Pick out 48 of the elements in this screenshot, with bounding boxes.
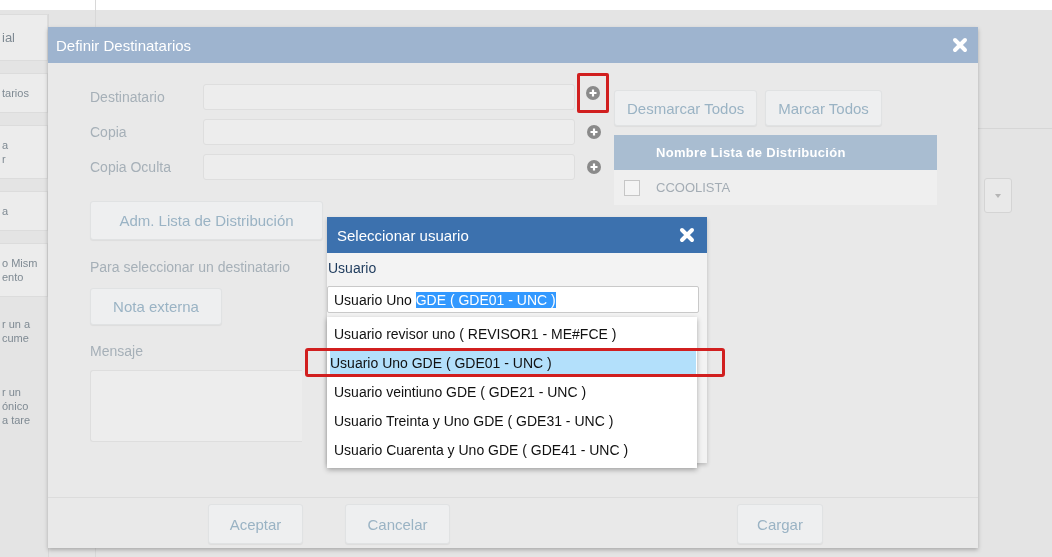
- external-note-button[interactable]: Nota externa: [90, 288, 222, 325]
- dropdown-field[interactable]: [984, 178, 1012, 213]
- dialog-title: Definir Destinatarios: [56, 36, 192, 54]
- user-option[interactable]: Usuario Uno GDE ( GDE01 - UNC ): [305, 348, 725, 377]
- sidebar-text: cume: [2, 331, 30, 345]
- sidebar-text: r: [2, 152, 7, 166]
- hint-text: Para seleccionar un destinatario: [90, 259, 290, 275]
- footer-button[interactable]: Aceptar: [208, 504, 303, 544]
- close-icon[interactable]: [679, 227, 695, 243]
- sidebar-text: ónico: [2, 399, 30, 413]
- add-icon[interactable]: [586, 160, 601, 174]
- sidebar-text: r un a: [2, 317, 32, 331]
- sidebar-text: ento: [2, 270, 25, 284]
- footer-button[interactable]: Cancelar: [345, 504, 450, 544]
- footer-button[interactable]: Cargar: [737, 504, 823, 544]
- table-header: Nombre Lista de Distribución: [614, 135, 937, 170]
- add-icon[interactable]: [586, 86, 600, 100]
- list-action-button[interactable]: Desmarcar Todos: [614, 90, 758, 126]
- sidebar-text: tarios: [2, 86, 30, 100]
- list-action-button[interactable]: Marcar Todos: [765, 90, 882, 126]
- sidebar-text: a tare: [2, 413, 32, 427]
- sidebar-text: ial: [2, 31, 16, 45]
- user-option[interactable]: Usuario revisor uno ( REVISOR1 - ME#FCE ): [329, 319, 695, 348]
- field-label: Usuario: [327, 259, 378, 278]
- sidebar-text: o Mism: [2, 256, 39, 270]
- sidebar-text: r un: [2, 385, 22, 399]
- sidebar-tab[interactable]: o Mism ento: [0, 243, 48, 297]
- user-option[interactable]: Usuario Treinta y Uno GDE ( GDE31 - UNC ): [329, 406, 695, 435]
- close-icon[interactable]: [952, 37, 968, 53]
- sidebar-text: a: [2, 204, 10, 218]
- sidebar-text: a: [2, 138, 10, 152]
- message-label: Mensaje: [90, 343, 143, 359]
- sidebar-tab[interactable]: tarios: [0, 73, 48, 113]
- caret-icon: [995, 193, 1001, 198]
- user-input-field[interactable]: Usuario Uno GDE ( GDE01 - UNC ): [327, 286, 699, 313]
- table-cell: CCOOLISTA: [656, 180, 731, 195]
- user-option[interactable]: Usuario veintiuno GDE ( GDE21 - UNC ): [329, 377, 695, 406]
- sidebar-tab[interactable]: a r: [0, 125, 48, 179]
- sidebar-tab[interactable]: ial: [0, 14, 48, 61]
- field-label: Copia Oculta: [90, 159, 172, 175]
- sidebar-tab[interactable]: a: [0, 191, 48, 231]
- dialog-title: Seleccionar usuario: [337, 226, 469, 244]
- manage-list-button[interactable]: Adm. Lista de Distribución: [90, 201, 323, 240]
- user-option[interactable]: Usuario Cuarenta y Uno GDE ( GDE41 - UNC ): [329, 435, 695, 464]
- add-icon[interactable]: [586, 125, 601, 139]
- field-label: Copia: [90, 124, 128, 140]
- field-label: Destinatario: [90, 89, 166, 105]
- checkbox[interactable]: [624, 179, 640, 196]
